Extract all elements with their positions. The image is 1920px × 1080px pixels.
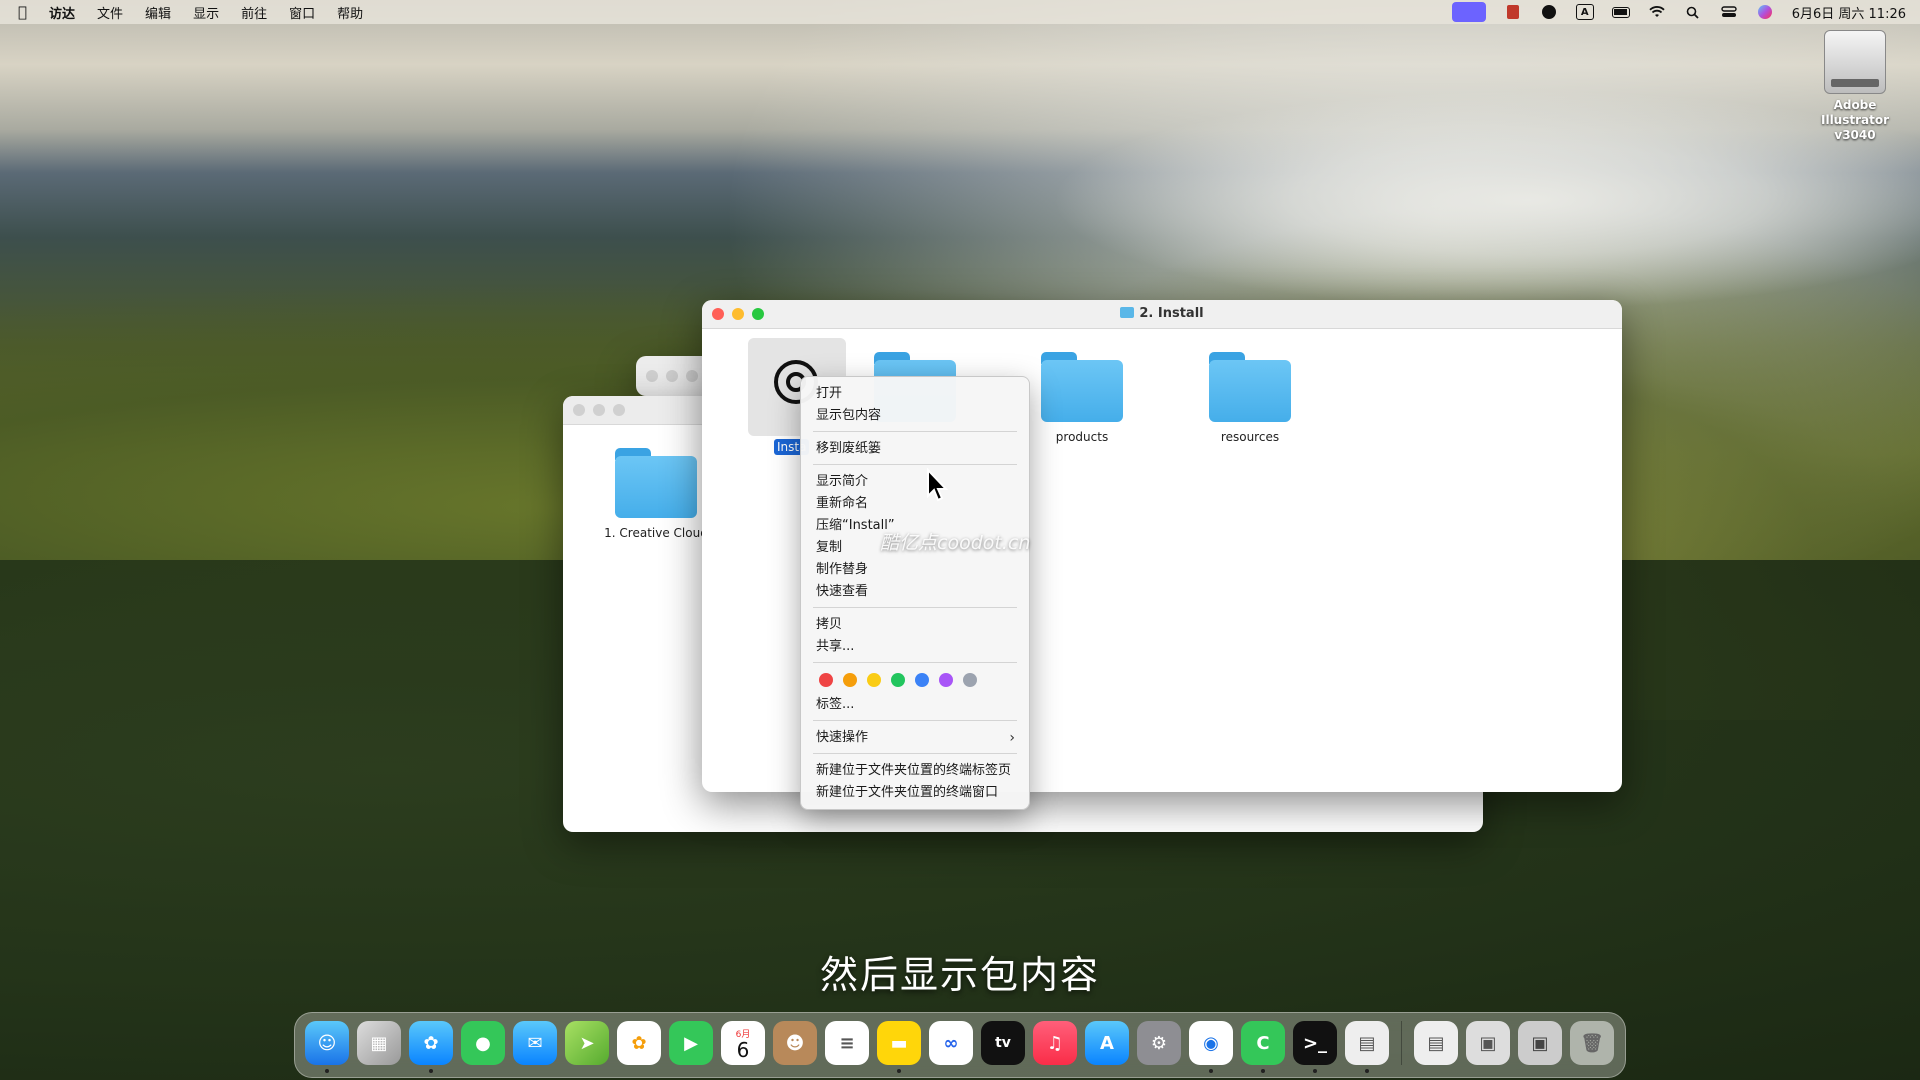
tag-gray[interactable] xyxy=(963,673,977,687)
facetime-icon[interactable]: ▶ xyxy=(669,1021,713,1065)
creative-cloud-app-icon[interactable]: ◉ xyxy=(1189,1021,1233,1073)
folder-name: products xyxy=(1055,430,1109,444)
close-button[interactable] xyxy=(646,370,658,382)
menu-item-quick-look[interactable]: 快速查看 xyxy=(816,582,868,602)
launchpad-icon[interactable]: ▦ xyxy=(357,1021,401,1065)
control-center-icon[interactable] xyxy=(1720,5,1738,19)
menu-item-new-terminal-window[interactable]: 新建位于文件夹位置的终端窗口 xyxy=(816,783,998,803)
menu-item-copy[interactable]: 拷贝 xyxy=(816,615,842,635)
wallpaper-fog xyxy=(1050,90,1920,310)
reminders-icon[interactable]: ≡ xyxy=(825,1021,869,1065)
notes-icon[interactable]: ▬ xyxy=(877,1021,921,1073)
input-method-icon[interactable]: A xyxy=(1575,4,1594,20)
folder-icon xyxy=(1041,352,1123,422)
window-title: 2. Install xyxy=(702,306,1622,321)
dock-separator xyxy=(1401,1021,1402,1065)
calendar-icon[interactable]: 6月 6 xyxy=(721,1021,765,1065)
window-titlebar[interactable]: 2. Install xyxy=(702,300,1622,329)
dock: ☺ ▦ ✿ ● ✉ ➤ ✿ ▶ 6月 6 ☻ ≡ ▬ ∞ tv ♫ A ⚙ ◉ C… xyxy=(294,1012,1626,1078)
apple-menu-icon[interactable]:  xyxy=(18,3,27,21)
drive-label-line2: v3040 xyxy=(1834,128,1876,142)
wifi-icon[interactable] xyxy=(1648,5,1666,19)
terminal-icon[interactable]: >_ xyxy=(1293,1021,1337,1073)
folder-item-products[interactable]: products xyxy=(1017,352,1147,444)
recording-file-icon[interactable]: ▣ xyxy=(1518,1021,1562,1065)
menu-app-finder[interactable]: 访达 xyxy=(49,3,75,22)
menu-view[interactable]: 显示 xyxy=(193,3,219,22)
menu-item-open[interactable]: 打开 xyxy=(816,384,842,404)
folder-icon xyxy=(615,448,697,518)
menu-edit[interactable]: 编辑 xyxy=(145,3,171,22)
menu-item-move-to-trash[interactable]: 移到废纸篓 xyxy=(816,439,881,459)
zoom-button[interactable] xyxy=(613,404,625,416)
tag-green[interactable] xyxy=(891,673,905,687)
context-menu: 打开 显示包内容 移到废纸篓 显示简介 重新命名 压缩“Install” 复制 … xyxy=(800,376,1030,810)
screenshot-icon[interactable]: ▣ xyxy=(1466,1021,1510,1065)
menu-item-show-package-contents[interactable]: 显示包内容 xyxy=(816,406,881,426)
maps-icon[interactable]: ➤ xyxy=(565,1021,609,1065)
app-c-icon[interactable]: C xyxy=(1241,1021,1285,1073)
safari-icon[interactable]: ✿ xyxy=(409,1021,453,1073)
document-icon[interactable]: ▤ xyxy=(1414,1021,1458,1065)
installer-icon[interactable]: ▤ xyxy=(1345,1021,1389,1073)
folder-item-resources[interactable]: resources xyxy=(1185,352,1315,444)
menu-separator xyxy=(813,431,1017,432)
mail-icon[interactable]: ✉ xyxy=(513,1021,557,1065)
drive-label-line1: Adobe Illustrator xyxy=(1820,98,1890,127)
menu-item-quick-actions[interactable]: 快速操作 xyxy=(816,728,868,748)
menu-item-share[interactable]: 共享... xyxy=(816,637,854,657)
tag-purple[interactable] xyxy=(939,673,953,687)
app-store-icon[interactable]: A xyxy=(1085,1021,1129,1065)
photos-icon[interactable]: ✿ xyxy=(617,1021,661,1065)
menu-item-rename[interactable]: 重新命名 xyxy=(816,494,868,514)
menubar-datetime[interactable]: 6月6日 周六 11:26 xyxy=(1792,3,1906,22)
messages-icon[interactable]: ● xyxy=(461,1021,505,1065)
menu-item-new-terminal-tab[interactable]: 新建位于文件夹位置的终端标签页 xyxy=(816,761,1011,781)
chevron-right-icon: › xyxy=(1009,730,1015,746)
menu-window[interactable]: 窗口 xyxy=(289,3,315,22)
menu-item-tags[interactable]: 标签... xyxy=(816,695,854,715)
recording-icon[interactable] xyxy=(1506,5,1519,19)
video-subtitle: 然后显示包内容 xyxy=(819,953,1100,997)
folder-icon xyxy=(1209,352,1291,422)
menu-go[interactable]: 前往 xyxy=(241,3,267,22)
trash-icon[interactable]: 🗑 xyxy=(1570,1021,1614,1065)
menu-separator xyxy=(813,464,1017,465)
menu-item-get-info[interactable]: 显示简介 xyxy=(816,472,868,492)
watermark-text: 酷亿点coodot.cn xyxy=(880,532,1031,554)
tag-yellow[interactable] xyxy=(867,673,881,687)
disk-image-icon xyxy=(1824,30,1886,94)
desktop-drive-item[interactable]: Adobe Illustrator v3040 xyxy=(1800,30,1910,143)
menu-item-duplicate[interactable]: 复制 xyxy=(816,538,842,558)
freeform-icon[interactable]: ∞ xyxy=(929,1021,973,1065)
system-settings-icon[interactable]: ⚙ xyxy=(1137,1021,1181,1065)
menu-bar:  访达 文件 编辑 显示 前往 窗口 帮助 A 6月6日 周六 11:26 xyxy=(0,0,1920,24)
tag-red[interactable] xyxy=(819,673,833,687)
tag-colors-row xyxy=(819,673,977,687)
battery-icon[interactable] xyxy=(1611,6,1630,18)
tag-blue[interactable] xyxy=(915,673,929,687)
contacts-icon[interactable]: ☻ xyxy=(773,1021,817,1065)
tag-orange[interactable] xyxy=(843,673,857,687)
close-button[interactable] xyxy=(573,404,585,416)
folder-name: resources xyxy=(1220,430,1280,444)
minimize-button[interactable] xyxy=(666,370,678,382)
record-dot-icon[interactable] xyxy=(1541,5,1556,19)
menu-separator xyxy=(813,662,1017,663)
menu-separator xyxy=(813,607,1017,608)
menu-help[interactable]: 帮助 xyxy=(337,3,363,22)
menu-separator xyxy=(813,753,1017,754)
folder-icon xyxy=(1120,307,1135,318)
menu-file[interactable]: 文件 xyxy=(97,3,123,22)
search-icon[interactable] xyxy=(1684,5,1702,19)
minimize-button[interactable] xyxy=(593,404,605,416)
zoom-button[interactable] xyxy=(686,370,698,382)
menu-separator xyxy=(813,720,1017,721)
apple-tv-icon[interactable]: tv xyxy=(981,1021,1025,1065)
siri-icon[interactable] xyxy=(1757,5,1772,19)
screen-share-icon[interactable] xyxy=(1451,2,1486,22)
finder-icon[interactable]: ☺ xyxy=(305,1021,349,1073)
menu-item-make-alias[interactable]: 制作替身 xyxy=(816,560,868,580)
music-icon[interactable]: ♫ xyxy=(1033,1021,1077,1065)
